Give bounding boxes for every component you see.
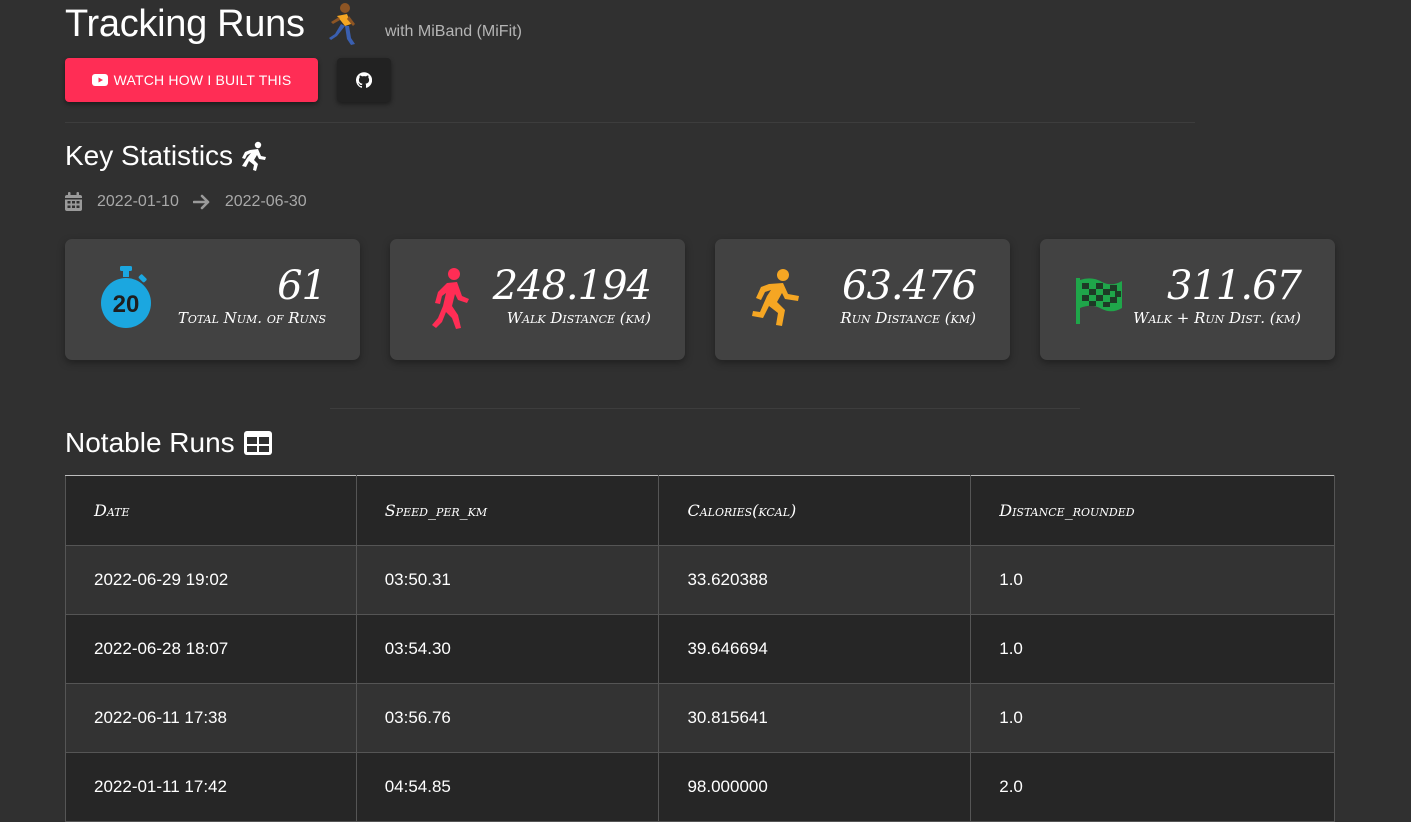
column-header-date[interactable]: Date <box>65 475 357 546</box>
date-from: 2022-01-10 <box>97 192 179 210</box>
github-icon <box>356 72 372 88</box>
stat-label: Run Distance (km) <box>840 309 976 327</box>
table-cell: 2022-06-11 17:38 <box>65 683 357 753</box>
table-cell: 04:54.85 <box>355 752 660 822</box>
running-man-icon <box>242 141 267 171</box>
table-row: 2022-01-11 17:42 04:54.85 98.000000 2.0 <box>65 752 1335 822</box>
stopwatch-icon: 20 <box>101 266 151 328</box>
svg-text:20: 20 <box>113 291 140 318</box>
divider <box>65 122 1195 123</box>
table-cell: 03:54.30 <box>355 614 660 684</box>
stat-label: Walk + Run Dist. (km) <box>1133 309 1301 327</box>
table-cell: 1.0 <box>970 614 1335 684</box>
stat-value: 311.67 <box>1167 263 1302 309</box>
table-icon <box>243 431 272 455</box>
table-cell: 1.0 <box>970 545 1335 615</box>
notable-runs-title: Notable Runs <box>65 427 235 458</box>
column-header-distance[interactable]: Distance_rounded <box>970 475 1335 546</box>
column-header-speed[interactable]: Speed_per_km <box>355 475 660 546</box>
table-cell: 03:50.31 <box>355 545 660 615</box>
table-cell: 2.0 <box>970 752 1335 822</box>
date-range: 2022-01-10 2022-06-30 <box>65 192 307 211</box>
page: Tracking Runs with MiBand (MiFit) WATCH … <box>0 0 1411 822</box>
page-title: Tracking Runs <box>65 2 359 46</box>
table-cell: 2022-06-29 19:02 <box>65 545 357 615</box>
walking-icon <box>432 268 469 329</box>
table-cell: 98.000000 <box>658 752 972 822</box>
column-header-calories[interactable]: Calories(kcal) <box>658 475 972 546</box>
watch-video-button[interactable]: WATCH HOW I BUILT THIS <box>65 58 318 102</box>
notable-runs-table: Date Speed_per_km Calories(kcal) Distanc… <box>65 475 1335 822</box>
runner-icon <box>328 3 355 45</box>
stat-card-run-distance: 63.476 Run Distance (km) <box>715 239 1010 360</box>
calendar-icon <box>65 192 82 211</box>
stat-value: 61 <box>277 263 327 309</box>
table-cell: 33.620388 <box>658 545 972 615</box>
stat-value: 63.476 <box>842 263 977 309</box>
table-cell: 30.815641 <box>658 683 972 753</box>
table-cell: 03:56.76 <box>355 683 660 753</box>
page-subtitle: with MiBand (MiFit) <box>385 23 522 40</box>
stat-label: Total Num. of Runs <box>177 309 326 327</box>
checkered-flag-icon <box>1076 278 1122 324</box>
key-statistics-title: Key Statistics <box>65 140 234 171</box>
table-cell: 39.646694 <box>658 614 972 684</box>
key-statistics-heading: Key Statistics <box>65 140 267 172</box>
running-icon <box>752 269 799 326</box>
youtube-icon <box>91 74 108 86</box>
stat-card-total-runs: 20 61 Total Num. of Runs <box>65 239 360 360</box>
notable-runs-heading: Notable Runs <box>65 427 273 459</box>
github-button[interactable] <box>337 58 391 102</box>
table-cell: 1.0 <box>970 683 1335 753</box>
table-row: 2022-06-29 19:02 03:50.31 33.620388 1.0 <box>65 545 1335 615</box>
arrow-right-icon <box>192 194 210 209</box>
divider <box>330 408 1080 409</box>
stat-card-total-distance: 311.67 Walk + Run Dist. (km) <box>1040 239 1335 360</box>
table-row: 2022-06-28 18:07 03:54.30 39.646694 1.0 <box>65 614 1335 684</box>
page-title-text: Tracking Runs <box>65 2 305 45</box>
watch-video-label: WATCH HOW I BUILT THIS <box>113 72 292 88</box>
table-cell: 2022-01-11 17:42 <box>65 752 357 822</box>
stat-card-walk-distance: 248.194 Walk Distance (km) <box>390 239 685 360</box>
date-to: 2022-06-30 <box>224 192 307 210</box>
table-row: 2022-06-11 17:38 03:56.76 30.815641 1.0 <box>65 683 1335 753</box>
stat-label: Walk Distance (km) <box>506 309 651 327</box>
table-cell: 2022-06-28 18:07 <box>65 614 357 684</box>
table-header-row: Date Speed_per_km Calories(kcal) Distanc… <box>65 475 1335 546</box>
stat-value: 248.194 <box>492 263 652 309</box>
